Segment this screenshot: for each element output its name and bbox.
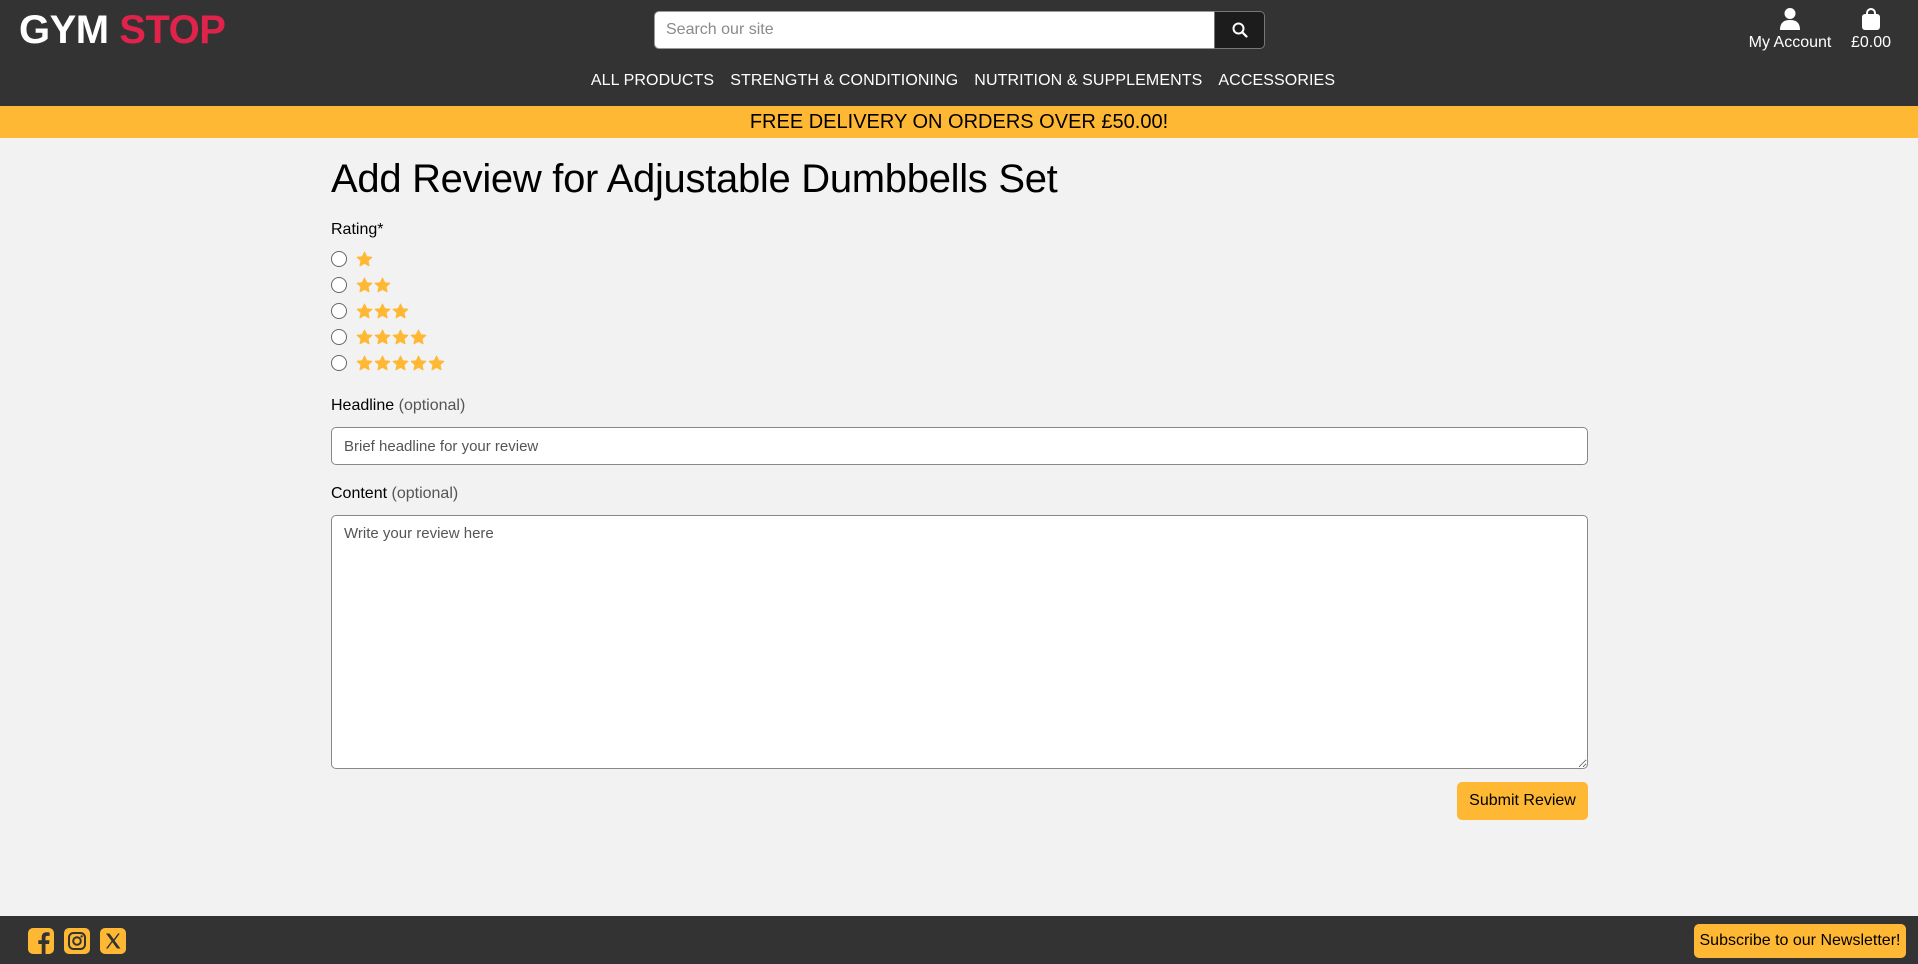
- star-icon: [410, 355, 427, 370]
- star-rating-1: [356, 251, 373, 268]
- search-icon: [1232, 22, 1248, 38]
- site-footer: [0, 916, 1918, 964]
- rating-group: [331, 246, 1588, 376]
- instagram-icon[interactable]: [63, 927, 91, 955]
- rating-radio-3[interactable]: [331, 303, 347, 319]
- star-icon: [392, 329, 409, 344]
- submit-review-button[interactable]: Submit Review: [1457, 782, 1588, 820]
- star-icon: [410, 329, 427, 344]
- page-title: Add Review for Adjustable Dumbbells Set: [331, 157, 1058, 201]
- bag-total: £0.00: [1850, 34, 1892, 51]
- star-icon: [374, 329, 391, 344]
- my-account-link[interactable]: My Account: [1740, 6, 1840, 52]
- star-icon: [356, 251, 373, 266]
- headline-label: Headline (optional): [331, 396, 1588, 416]
- main-nav: ALL PRODUCTS STRENGTH & CONDITIONING NUT…: [0, 70, 1918, 92]
- site-logo[interactable]: GYM STOP: [19, 8, 226, 52]
- star-rating-5: [356, 355, 445, 372]
- content-label: Content (optional): [331, 484, 1588, 504]
- delivery-banner: FREE DELIVERY ON ORDERS OVER £50.00!: [0, 106, 1918, 138]
- search-button[interactable]: [1214, 11, 1265, 49]
- rating-label: Rating*: [331, 221, 384, 238]
- shopping-bag-icon: [1862, 8, 1880, 30]
- star-rating-3: [356, 303, 409, 320]
- logo-text-stop: STOP: [119, 8, 226, 52]
- nav-all-products[interactable]: ALL PRODUCTS: [591, 70, 714, 92]
- star-icon: [374, 303, 391, 318]
- star-rating-2: [356, 277, 391, 294]
- headline-label-text: Headline: [331, 397, 395, 414]
- star-icon: [428, 355, 445, 370]
- nav-accessories[interactable]: ACCESSORIES: [1218, 70, 1335, 92]
- search-form: [654, 11, 1265, 49]
- nav-nutrition-supplements[interactable]: NUTRITION & SUPPLEMENTS: [974, 70, 1202, 92]
- site-header: GYM STOP My Account £0.00 ALL PRODUCTS S…: [0, 0, 1918, 106]
- rating-radio-1[interactable]: [331, 251, 347, 267]
- shopping-bag-link[interactable]: £0.00: [1846, 6, 1896, 52]
- headline-input[interactable]: [331, 427, 1588, 465]
- star-icon: [392, 303, 409, 318]
- star-icon: [392, 355, 409, 370]
- star-icon: [374, 355, 391, 370]
- review-form: Add Review for Adjustable Dumbbells Set …: [331, 138, 1588, 774]
- logo-text-gym: GYM: [19, 8, 109, 52]
- rating-option-3[interactable]: [331, 298, 1588, 324]
- search-input[interactable]: [654, 11, 1214, 49]
- star-icon: [356, 277, 373, 292]
- rating-radio-4[interactable]: [331, 329, 347, 345]
- x-icon[interactable]: [99, 927, 127, 955]
- rating-radio-2[interactable]: [331, 277, 347, 293]
- rating-option-5[interactable]: [331, 350, 1588, 376]
- content-textarea[interactable]: [331, 515, 1588, 769]
- star-icon: [356, 355, 373, 370]
- star-icon: [356, 303, 373, 318]
- nav-strength-conditioning[interactable]: STRENGTH & CONDITIONING: [730, 70, 958, 92]
- user-icon: [1780, 8, 1800, 30]
- rating-radio-5[interactable]: [331, 355, 347, 371]
- star-icon: [374, 277, 391, 292]
- rating-option-4[interactable]: [331, 324, 1588, 350]
- facebook-icon[interactable]: [27, 927, 55, 955]
- star-rating-4: [356, 329, 427, 346]
- headline-optional-text: (optional): [398, 397, 466, 414]
- my-account-label: My Account: [1748, 34, 1832, 51]
- content-label-text: Content: [331, 485, 388, 502]
- newsletter-subscribe-button[interactable]: Subscribe to our Newsletter!: [1694, 924, 1906, 958]
- rating-option-1[interactable]: [331, 246, 1588, 272]
- star-icon: [356, 329, 373, 344]
- content-optional-text: (optional): [391, 485, 459, 502]
- rating-option-2[interactable]: [331, 272, 1588, 298]
